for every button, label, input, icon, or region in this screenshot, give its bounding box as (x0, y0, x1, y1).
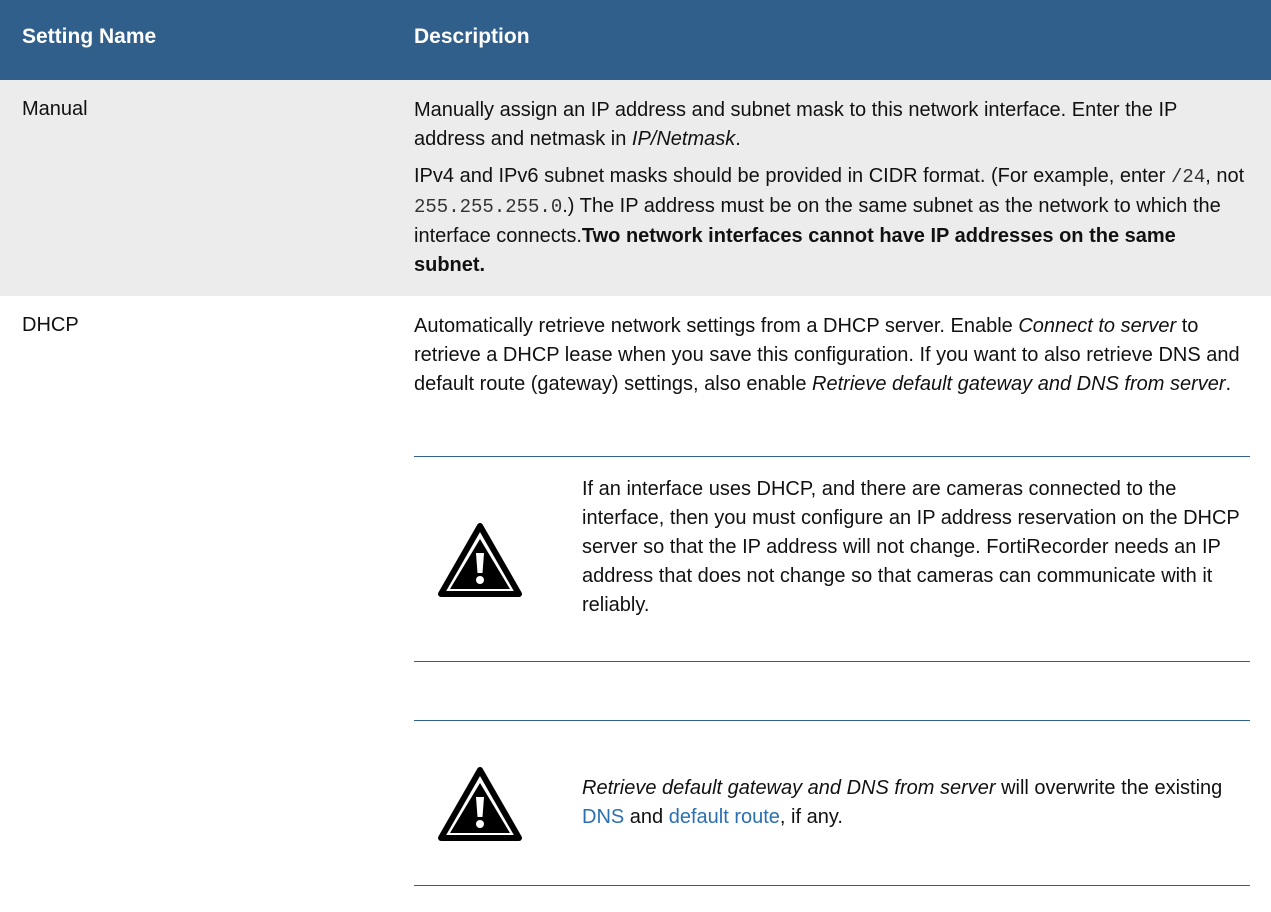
caution-text: If an interface uses DHCP, and there are… (582, 478, 1240, 616)
warning-triangle-icon (438, 767, 522, 841)
table-header: Setting Name Description (0, 0, 1271, 80)
cidr-example-code: /24 (1171, 166, 1206, 188)
table-row-dhcp: DHCP Automatically retrieve network sett… (0, 296, 1271, 912)
overwrite-text: Retrieve default gateway and DNS from se… (582, 777, 1223, 828)
settings-table: Setting Name Description Manual Manually… (0, 0, 1271, 912)
netmask-example-code: 255.255.255.0 (414, 196, 563, 218)
table-row-manual: Manual Manually assign an IP address and… (0, 80, 1271, 296)
header-description: Description (414, 25, 530, 48)
default-route-link[interactable]: default route (669, 806, 780, 828)
setting-name-manual: Manual (22, 98, 88, 120)
retrieve-gateway-ref: Retrieve default gateway and DNS from se… (812, 373, 1226, 395)
ip-netmask-ref: IP/Netmask (631, 128, 736, 150)
connect-to-server-ref: Connect to server (1018, 315, 1177, 337)
overwrite-caution: Retrieve default gateway and DNS from se… (414, 720, 1250, 886)
dhcp-description: Automatically retrieve network settings … (414, 315, 1240, 395)
dhcp-reservation-caution: If an interface uses DHCP, and there are… (414, 456, 1250, 662)
retrieve-gateway-ref: Retrieve default gateway and DNS from se… (582, 777, 996, 799)
warning-triangle-icon (438, 523, 522, 597)
manual-description: Manually assign an IP address and subnet… (414, 99, 1178, 150)
header-setting-name: Setting Name (22, 25, 157, 48)
setting-name-dhcp: DHCP (22, 314, 79, 336)
dns-link[interactable]: DNS (582, 806, 624, 828)
manual-cidr-note: IPv4 and IPv6 subnet masks should be pro… (414, 165, 1245, 276)
